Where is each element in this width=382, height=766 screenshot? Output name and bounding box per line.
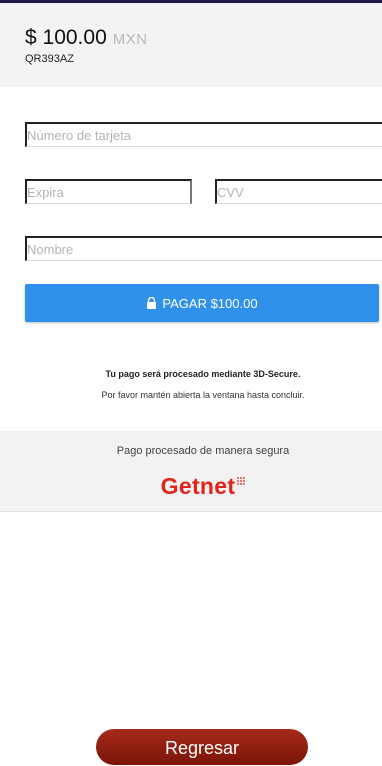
amount-row: $ 100.00 MXN [25,26,148,50]
payment-header: $ 100.00 MXN QR393AZ [0,3,382,87]
expiry-input[interactable] [25,179,192,204]
secure-payment-text: Pago procesado de manera segura [116,445,290,457]
cvv-input[interactable] [215,179,382,204]
getnet-logo-text: Getnet [160,473,236,499]
order-id: QR393AZ [25,53,74,65]
pay-button-label: PAGAR $100.00 [162,295,258,311]
payment-amount: $ 100.00 [25,26,107,49]
keep-window-open-notice: Por favor mantén abierta la ventana hast… [101,390,305,400]
getnet-logo: Getnet [0,473,382,500]
name-input[interactable] [25,236,382,261]
3d-secure-notice: Tu pago será procesado mediante 3D-Secur… [105,369,301,379]
currency-label: MXN [112,31,148,48]
pay-button[interactable]: PAGAR $100.00 [25,284,379,322]
card-number-input[interactable] [25,122,382,147]
back-button[interactable]: Regresar [96,729,308,765]
logo-dots-icon [237,477,246,485]
lock-icon [147,297,157,309]
secure-payment-section: Pago procesado de manera segura Getnet [0,431,382,512]
